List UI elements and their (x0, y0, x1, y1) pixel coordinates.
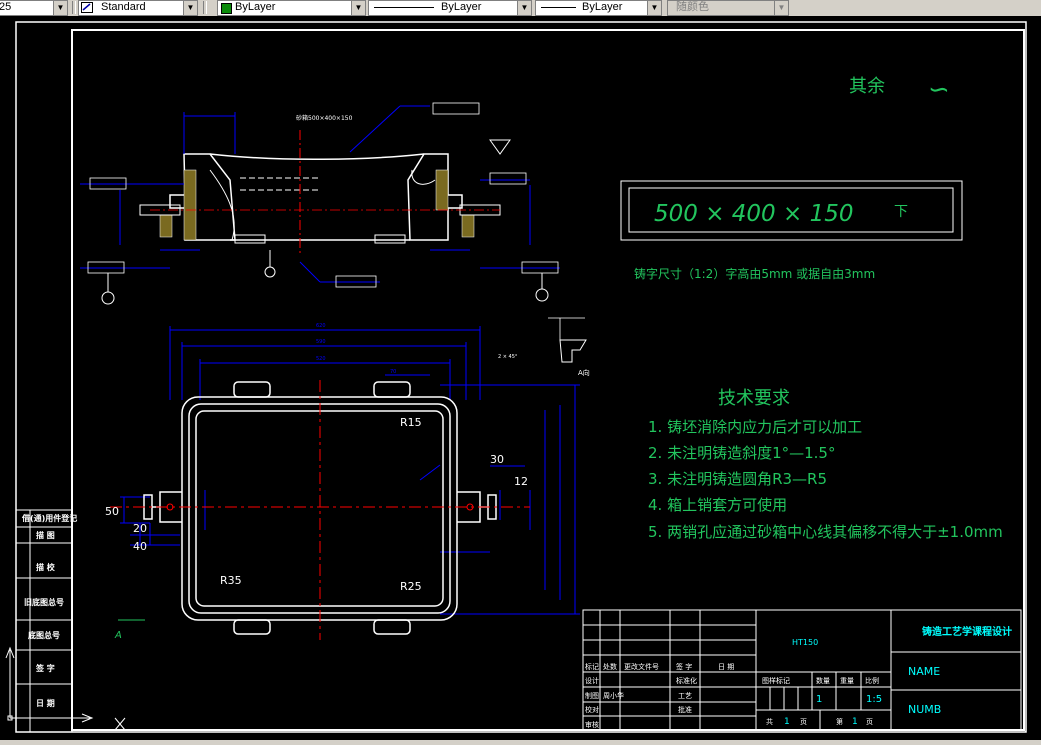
chevron-down-icon[interactable]: ▼ (183, 1, 197, 15)
left-table-label: 签 字 (35, 663, 55, 673)
tb-total-label: 共 (766, 717, 773, 726)
tb-stage-header: 比例 (865, 676, 879, 685)
roughness-symbol: ∽ (928, 75, 950, 105)
scale-combo[interactable]: 25 ▼ (0, 0, 68, 16)
vertical-scrollbar[interactable] (1029, 16, 1041, 740)
tech-item: 4. 箱上销套方可使用 (648, 496, 787, 514)
tb-header-col: 处数 (603, 662, 617, 671)
tb-stage-header: 数量 (816, 676, 830, 685)
chevron-down-icon[interactable]: ▼ (351, 1, 365, 15)
dim-top-b: 590 (316, 339, 326, 345)
tb-scale: 1:5 (866, 694, 882, 705)
linetype-sample (374, 7, 434, 8)
tb-row-label: 校对 (585, 705, 599, 714)
flask-size-mark: 下 (894, 204, 908, 220)
tb-page-label: 第 (836, 717, 843, 726)
layer-value: ByLayer (235, 1, 276, 13)
tb-stage-header: 图样标记 (762, 676, 790, 685)
flask-callout: 砂箱500×400×150 (296, 114, 353, 122)
properties-toolbar: 25 ▼ Standard ▼ ByLayer ▼ ByLayer ▼ ByLa… (0, 0, 1041, 17)
lineweight-value: ByLayer (582, 1, 623, 13)
tb-drawer: 周小华 (603, 691, 624, 700)
roughness-note: 其余 (849, 76, 885, 97)
flask-size-text: 500 × 400 × 150 (654, 201, 854, 227)
tech-item: 3. 未注明铸造圆角R3—R5 (648, 470, 827, 488)
dim-top-c: 520 (316, 356, 326, 362)
left-table-label: 日 期 (36, 698, 55, 708)
lineweight-combo[interactable]: ByLayer ▼ (535, 0, 662, 16)
text-style-combo[interactable]: Standard ▼ (78, 0, 198, 16)
dim-top-d: 70 (390, 369, 396, 375)
scale-value: 25 (0, 1, 12, 13)
tb-row-label: 审核 (585, 720, 599, 729)
tech-item: 5. 两销孔应通过砂箱中心线其偏移不得大于±1.0mm (648, 523, 1003, 541)
tech-item: 2. 未注明铸造斜度1°—1.5° (648, 444, 835, 462)
dim-50: 50 (105, 505, 119, 518)
tb-header-col: 更改文件号 (624, 662, 659, 671)
text-style-icon (81, 2, 93, 13)
tb-stage-header: 重量 (840, 677, 854, 685)
plot-style-value: 随颜色 (676, 1, 709, 13)
drawing-canvas[interactable]: 其余 ∽ 500 × 400 × 150 下 铸字尺寸（1:2）字高由5mm 或… (0, 16, 1041, 740)
dim-30: 30 (490, 453, 504, 466)
left-table-label: 底图总号 (27, 630, 60, 640)
font-note: 铸字尺寸（1:2）字高由5mm 或据自由3mm (634, 266, 875, 281)
tb-name: NAME (908, 665, 940, 678)
dim-40: 40 (133, 540, 147, 553)
tb-header-col: 签 字 (676, 662, 692, 671)
view-a-label: A (114, 630, 122, 641)
tb-mid-label: 批准 (678, 705, 692, 714)
status-bar (0, 740, 1041, 745)
layer-combo[interactable]: ByLayer ▼ (217, 0, 366, 16)
left-table-label: 描 图 (36, 530, 55, 540)
text-style-value: Standard (101, 1, 146, 13)
section-label: A向 (578, 368, 590, 377)
left-table-label: 描 校 (36, 562, 56, 572)
tb-row-label: 制图 (585, 691, 599, 700)
dim-r35: R35 (220, 574, 242, 587)
dim-12: 12 (514, 475, 528, 488)
left-table-label: 借(通)用件登记 (21, 513, 77, 523)
dim-20: 20 (133, 522, 147, 535)
tb-page-value: 1 (852, 717, 858, 727)
dim-r15: R15 (400, 416, 422, 429)
tech-item: 1. 铸坯消除内应力后才可以加工 (648, 418, 862, 436)
tb-mid-label: 标准化 (676, 676, 697, 685)
left-table-label: 旧底图总号 (24, 597, 64, 607)
plot-style-combo[interactable]: 随颜色 ▼ (667, 0, 789, 16)
toolbar-separator (72, 1, 76, 14)
tb-header-col: 标记 (585, 662, 599, 671)
tech-title: 技术要求 (718, 388, 790, 409)
linetype-combo[interactable]: ByLayer ▼ (368, 0, 532, 16)
tb-title: 铸造工艺学课程设计 (922, 625, 1012, 638)
tb-row-label: 设计 (585, 676, 599, 685)
chevron-down-icon[interactable]: ▼ (53, 1, 67, 15)
tb-quantity: 1 (816, 694, 822, 705)
tb-total-unit: 页 (800, 718, 807, 726)
tb-material: HT150 (792, 638, 818, 647)
tb-numb: NUMB (908, 703, 941, 716)
lineweight-sample (541, 7, 576, 8)
dim-top-a: 620 (316, 323, 326, 329)
tb-header-col: 日 期 (718, 663, 734, 671)
chevron-down-icon[interactable]: ▼ (517, 1, 531, 15)
tb-page-unit: 页 (866, 718, 873, 726)
linetype-value: ByLayer (441, 1, 482, 13)
chevron-down-icon[interactable]: ▼ (774, 1, 788, 15)
color-swatch (221, 3, 232, 14)
dim-r25: R25 (400, 580, 422, 593)
section-dim: 2 × 45° (498, 354, 518, 360)
chevron-down-icon[interactable]: ▼ (647, 1, 661, 15)
tb-total-value: 1 (784, 717, 790, 727)
toolbar-separator (203, 1, 207, 14)
tb-mid-label: 工艺 (678, 692, 692, 700)
